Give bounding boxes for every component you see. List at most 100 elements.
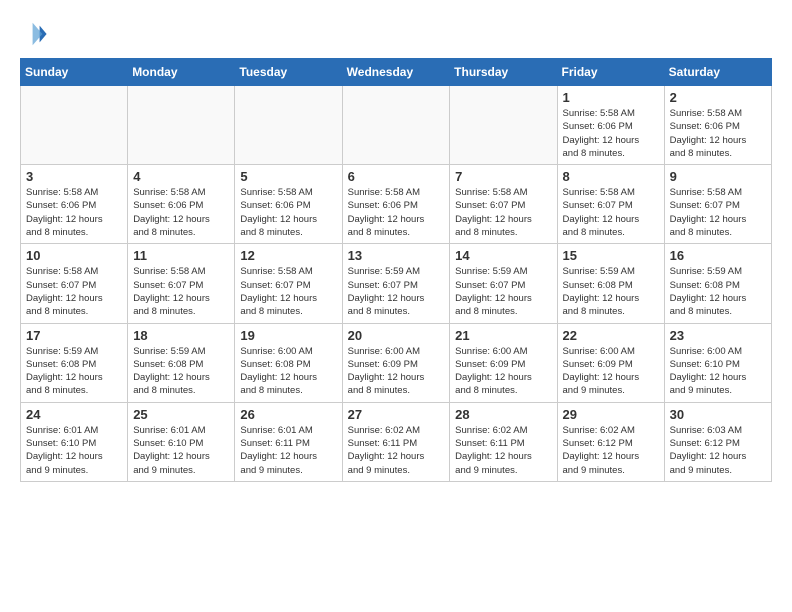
day-cell: 20Sunrise: 6:00 AM Sunset: 6:09 PM Dayli… bbox=[342, 323, 450, 402]
day-info: Sunrise: 6:00 AM Sunset: 6:08 PM Dayligh… bbox=[240, 345, 336, 398]
day-info: Sunrise: 5:58 AM Sunset: 6:06 PM Dayligh… bbox=[26, 186, 122, 239]
day-info: Sunrise: 5:59 AM Sunset: 6:08 PM Dayligh… bbox=[133, 345, 229, 398]
day-info: Sunrise: 5:59 AM Sunset: 6:08 PM Dayligh… bbox=[670, 265, 766, 318]
day-number: 11 bbox=[133, 248, 229, 263]
week-row-2: 3 Sunrise: 5:58 AM Sunset: 6:06 PM Daylig… bbox=[21, 165, 772, 244]
day-number: 24 bbox=[26, 407, 122, 422]
week-row-1: 1 Sunrise: 5:58 AM Sunset: 6:06 PM Daylig… bbox=[21, 86, 772, 165]
day-info: Sunrise: 6:02 AM Sunset: 6:11 PM Dayligh… bbox=[455, 424, 551, 477]
day-cell: 2 Sunrise: 5:58 AM Sunset: 6:06 PM Daylig… bbox=[664, 86, 771, 165]
day-cell: 9 Sunrise: 5:58 AM Sunset: 6:07 PM Daylig… bbox=[664, 165, 771, 244]
day-cell: 29 Sunrise: 6:02 AM Sunset: 6:12 PM Dayli… bbox=[557, 402, 664, 481]
day-info: Sunrise: 5:58 AM Sunset: 6:07 PM Dayligh… bbox=[240, 265, 336, 318]
day-cell: 17 Sunrise: 5:59 AM Sunset: 6:08 PM Dayli… bbox=[21, 323, 128, 402]
day-cell: 8 Sunrise: 5:58 AM Sunset: 6:07 PM Daylig… bbox=[557, 165, 664, 244]
day-info: Sunrise: 6:00 AM Sunset: 6:09 PM Dayligh… bbox=[563, 345, 659, 398]
day-cell: 24 Sunrise: 6:01 AM Sunset: 6:10 PM Dayli… bbox=[21, 402, 128, 481]
day-number: 16 bbox=[670, 248, 766, 263]
day-info: Sunrise: 6:00 AM Sunset: 6:10 PM Dayligh… bbox=[670, 345, 766, 398]
day-number: 28 bbox=[455, 407, 551, 422]
day-info: Sunrise: 5:58 AM Sunset: 6:07 PM Dayligh… bbox=[670, 186, 766, 239]
day-info: Sunrise: 6:00 AM Sunset: 6:09 PM Dayligh… bbox=[455, 345, 551, 398]
day-number: 8 bbox=[563, 169, 659, 184]
day-info: Sunrise: 5:58 AM Sunset: 6:06 PM Dayligh… bbox=[670, 107, 766, 160]
day-number: 2 bbox=[670, 90, 766, 105]
day-cell: 27 Sunrise: 6:02 AM Sunset: 6:11 PM Dayli… bbox=[342, 402, 450, 481]
day-number: 15 bbox=[563, 248, 659, 263]
day-cell: 3 Sunrise: 5:58 AM Sunset: 6:06 PM Daylig… bbox=[21, 165, 128, 244]
day-info: Sunrise: 6:02 AM Sunset: 6:12 PM Dayligh… bbox=[563, 424, 659, 477]
day-number: 12 bbox=[240, 248, 336, 263]
day-cell: 10 Sunrise: 5:58 AM Sunset: 6:07 PM Dayli… bbox=[21, 244, 128, 323]
day-info: Sunrise: 5:58 AM Sunset: 6:06 PM Dayligh… bbox=[563, 107, 659, 160]
day-info: Sunrise: 6:01 AM Sunset: 6:10 PM Dayligh… bbox=[133, 424, 229, 477]
day-info: Sunrise: 5:58 AM Sunset: 6:06 PM Dayligh… bbox=[240, 186, 336, 239]
day-number: 10 bbox=[26, 248, 122, 263]
day-number: 19 bbox=[240, 328, 336, 343]
day-cell: 30Sunrise: 6:03 AM Sunset: 6:12 PM Dayli… bbox=[664, 402, 771, 481]
weekday-sunday: Sunday bbox=[21, 59, 128, 86]
day-number: 17 bbox=[26, 328, 122, 343]
day-info: Sunrise: 5:59 AM Sunset: 6:08 PM Dayligh… bbox=[563, 265, 659, 318]
day-cell: 16 Sunrise: 5:59 AM Sunset: 6:08 PM Dayli… bbox=[664, 244, 771, 323]
day-info: Sunrise: 5:58 AM Sunset: 6:06 PM Dayligh… bbox=[348, 186, 445, 239]
day-cell bbox=[342, 86, 450, 165]
day-cell: 26 Sunrise: 6:01 AM Sunset: 6:11 PM Dayli… bbox=[235, 402, 342, 481]
day-info: Sunrise: 5:58 AM Sunset: 6:07 PM Dayligh… bbox=[455, 186, 551, 239]
day-info: Sunrise: 6:03 AM Sunset: 6:12 PM Dayligh… bbox=[670, 424, 766, 477]
weekday-saturday: Saturday bbox=[664, 59, 771, 86]
day-cell bbox=[235, 86, 342, 165]
day-cell: 14Sunrise: 5:59 AM Sunset: 6:07 PM Dayli… bbox=[450, 244, 557, 323]
day-number: 14 bbox=[455, 248, 551, 263]
day-info: Sunrise: 6:02 AM Sunset: 6:11 PM Dayligh… bbox=[348, 424, 445, 477]
day-number: 27 bbox=[348, 407, 445, 422]
day-number: 5 bbox=[240, 169, 336, 184]
day-cell: 5 Sunrise: 5:58 AM Sunset: 6:06 PM Daylig… bbox=[235, 165, 342, 244]
day-info: Sunrise: 6:01 AM Sunset: 6:10 PM Dayligh… bbox=[26, 424, 122, 477]
day-cell: 7Sunrise: 5:58 AM Sunset: 6:07 PM Daylig… bbox=[450, 165, 557, 244]
day-cell bbox=[128, 86, 235, 165]
day-info: Sunrise: 5:59 AM Sunset: 6:08 PM Dayligh… bbox=[26, 345, 122, 398]
calendar: SundayMondayTuesdayWednesdayThursdayFrid… bbox=[20, 58, 772, 482]
day-info: Sunrise: 5:58 AM Sunset: 6:07 PM Dayligh… bbox=[26, 265, 122, 318]
day-cell bbox=[21, 86, 128, 165]
day-cell: 22Sunrise: 6:00 AM Sunset: 6:09 PM Dayli… bbox=[557, 323, 664, 402]
day-cell: 15 Sunrise: 5:59 AM Sunset: 6:08 PM Dayli… bbox=[557, 244, 664, 323]
weekday-thursday: Thursday bbox=[450, 59, 557, 86]
day-number: 6 bbox=[348, 169, 445, 184]
day-number: 23 bbox=[670, 328, 766, 343]
day-number: 4 bbox=[133, 169, 229, 184]
day-cell: 12 Sunrise: 5:58 AM Sunset: 6:07 PM Dayli… bbox=[235, 244, 342, 323]
day-number: 18 bbox=[133, 328, 229, 343]
day-info: Sunrise: 6:01 AM Sunset: 6:11 PM Dayligh… bbox=[240, 424, 336, 477]
week-row-3: 10 Sunrise: 5:58 AM Sunset: 6:07 PM Dayli… bbox=[21, 244, 772, 323]
day-number: 21 bbox=[455, 328, 551, 343]
day-cell bbox=[450, 86, 557, 165]
day-number: 1 bbox=[563, 90, 659, 105]
day-number: 20 bbox=[348, 328, 445, 343]
week-row-5: 24 Sunrise: 6:01 AM Sunset: 6:10 PM Dayli… bbox=[21, 402, 772, 481]
logo bbox=[20, 20, 52, 48]
calendar-header: SundayMondayTuesdayWednesdayThursdayFrid… bbox=[21, 59, 772, 86]
day-number: 9 bbox=[670, 169, 766, 184]
weekday-monday: Monday bbox=[128, 59, 235, 86]
day-number: 3 bbox=[26, 169, 122, 184]
day-cell: 28 Sunrise: 6:02 AM Sunset: 6:11 PM Dayli… bbox=[450, 402, 557, 481]
logo-icon bbox=[20, 20, 48, 48]
day-cell: 11Sunrise: 5:58 AM Sunset: 6:07 PM Dayli… bbox=[128, 244, 235, 323]
calendar-body: 1 Sunrise: 5:58 AM Sunset: 6:06 PM Daylig… bbox=[21, 86, 772, 482]
weekday-row: SundayMondayTuesdayWednesdayThursdayFrid… bbox=[21, 59, 772, 86]
page-header bbox=[20, 20, 772, 48]
weekday-friday: Friday bbox=[557, 59, 664, 86]
week-row-4: 17 Sunrise: 5:59 AM Sunset: 6:08 PM Dayli… bbox=[21, 323, 772, 402]
day-info: Sunrise: 5:59 AM Sunset: 6:07 PM Dayligh… bbox=[348, 265, 445, 318]
day-cell: 6 Sunrise: 5:58 AM Sunset: 6:06 PM Daylig… bbox=[342, 165, 450, 244]
day-cell: 23 Sunrise: 6:00 AM Sunset: 6:10 PM Dayli… bbox=[664, 323, 771, 402]
day-cell: 19 Sunrise: 6:00 AM Sunset: 6:08 PM Dayli… bbox=[235, 323, 342, 402]
day-cell: 1 Sunrise: 5:58 AM Sunset: 6:06 PM Daylig… bbox=[557, 86, 664, 165]
day-cell: 25Sunrise: 6:01 AM Sunset: 6:10 PM Dayli… bbox=[128, 402, 235, 481]
day-info: Sunrise: 5:58 AM Sunset: 6:07 PM Dayligh… bbox=[563, 186, 659, 239]
day-number: 26 bbox=[240, 407, 336, 422]
day-info: Sunrise: 5:58 AM Sunset: 6:06 PM Dayligh… bbox=[133, 186, 229, 239]
day-number: 29 bbox=[563, 407, 659, 422]
